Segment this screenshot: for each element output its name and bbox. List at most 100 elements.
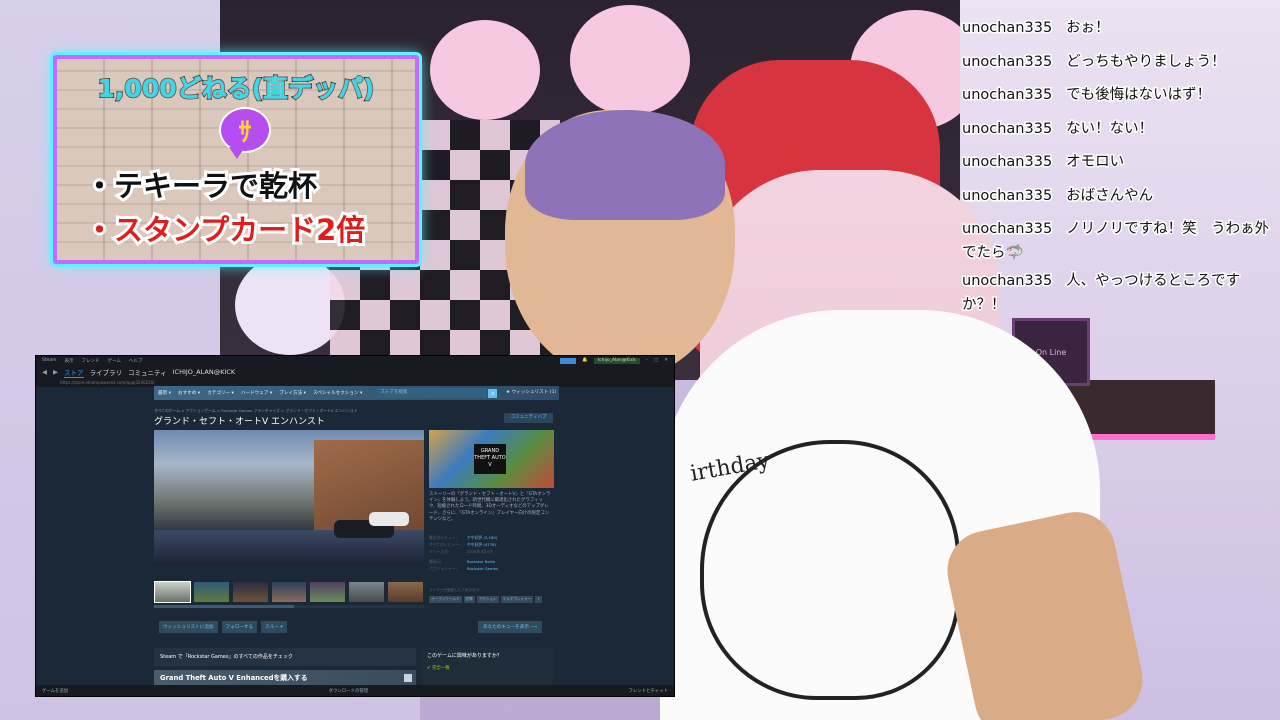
publisher-link[interactable]: Rockstar Games [467, 565, 498, 572]
media-thumbnails [154, 581, 425, 603]
gta-logo: GRAND THEFT AUTO V [474, 444, 506, 474]
store-nav-hardware[interactable]: ハードウェア ▾ [241, 390, 272, 396]
store-nav-special[interactable]: スペシャルセクション ▾ [313, 390, 362, 396]
chat-message: unochan335 でも後悔はないはず！ [960, 79, 1274, 113]
tag-crime[interactable]: 犯罪 [463, 596, 475, 603]
donation-goal-card: 1,000どねる(直デッパ) ｻ ・テキーラで乾杯 ・スタンプカード2倍 [53, 55, 419, 264]
manage-downloads-button[interactable]: ダウンロードの管理 [329, 688, 369, 694]
media-thumbnail[interactable] [154, 581, 191, 603]
view-queue-button[interactable]: あなたのキューを表示 ⟶ [478, 621, 542, 633]
maximize-icon[interactable]: □ [654, 358, 658, 364]
forward-arrow-icon[interactable]: ▶ [53, 368, 58, 376]
chat-message: unochan335 オモロい [960, 146, 1274, 180]
plush-toy [235, 255, 345, 355]
friends-chat-button[interactable]: フレンドとチャット [629, 688, 668, 694]
store-nav-new[interactable]: 最新 ▾ [158, 390, 171, 396]
purchase-title: Grand Theft Auto V Enhancedを購入する [160, 674, 308, 682]
community-hub-button[interactable]: コミュニティハブ [504, 413, 553, 423]
store-nav-recommended[interactable]: おすすめ ▾ [178, 390, 200, 396]
goal-item-stamp-card: ・スタンプカード2倍 [82, 210, 368, 250]
store-nav-play[interactable]: プレイ方法 ▾ [279, 390, 306, 396]
tag-open-world[interactable]: オープンワールド [429, 596, 462, 603]
menu-help[interactable]: ヘルプ [129, 358, 143, 364]
all-reviews-link[interactable]: やや好評 (4778) [467, 541, 496, 548]
media-thumbnail[interactable] [192, 581, 230, 603]
speech-bubble-icon: ｻ [219, 107, 271, 159]
tab-library[interactable]: ライブラリ [90, 367, 123, 377]
publisher-banner[interactable]: Steam で「Rockstar Games」のすべての作品をチェック [154, 648, 416, 666]
game-title: グランド・セフト・オートV エンハンスト [154, 417, 325, 427]
media-thumbnail[interactable] [270, 581, 308, 603]
game-media-viewer[interactable] [154, 430, 424, 566]
chat-username: unochan335 [960, 220, 1053, 239]
recent-reviews-link[interactable]: やや好評 (3,189) [467, 534, 497, 541]
store-nav-categories[interactable]: カテゴリー ▾ [207, 390, 234, 396]
tab-profile[interactable]: ICHIJO_ALAN@KICK [173, 368, 236, 376]
tag-action[interactable]: アクション [476, 596, 499, 603]
account-menu[interactable]: Ichijo_Alan@Kick [593, 357, 640, 364]
chat-username: unochan335 [960, 153, 1053, 172]
game-description: ストーリーの『グランド・セフト・オートV』と『GTAオンライン』を体験しよう。新… [429, 492, 551, 522]
tag-list: オープンワールド 犯罪 アクション マルチプレイヤー + [429, 596, 543, 603]
media-thumbnail[interactable] [231, 581, 269, 603]
add-to-wishlist-button[interactable]: ウィッシュリストに追加 [159, 621, 218, 633]
steam-window[interactable]: Steam 表示 フレンド ゲーム ヘルプ 🔔 Ichijo_Alan@Kick… [35, 355, 675, 697]
chat-text: おばさんやん [1065, 186, 1155, 205]
minimize-icon[interactable]: – [646, 358, 648, 364]
chat-message: unochan335 どっちもやりましょう！ [960, 46, 1274, 80]
broadcast-icon[interactable] [560, 357, 577, 364]
chat-message: unochan335 ノリノリですね！笑 うわぁ外でたら🦈 [960, 217, 1274, 265]
game-meta: 最近のレビュー: やや好評 (3,189) すべてのレビュー: やや好評 (4778… [429, 534, 553, 572]
chat-message: unochan335 おばさんやん [960, 180, 1274, 214]
media-thumbnail[interactable] [309, 581, 347, 603]
meta-row: すべてのレビュー: やや好評 (4778) [429, 541, 553, 548]
meta-label: 開発元: [429, 559, 442, 564]
goal-item-tequila: ・テキーラで乾杯 [82, 166, 320, 206]
plush-toy [570, 5, 690, 115]
chat-text: どっちもやりましょう！ [1065, 52, 1227, 71]
game-actions: ウィッシュリストに追加 フォローする スルー ▾ [159, 621, 287, 633]
menu-steam[interactable]: Steam [42, 358, 57, 363]
window-controls: 🔔 Ichijo_Alan@Kick – □ ✕ [560, 357, 668, 364]
follow-button[interactable]: フォローする [221, 621, 258, 633]
developer-link[interactable]: Rockstar North [467, 558, 495, 565]
gengar-headband [525, 110, 725, 220]
tags-heading: ユーザーが登録した人気のタグ: [429, 588, 481, 592]
meta-row: パブリッシャー: Rockstar Games [429, 565, 553, 572]
media-thumbnail[interactable] [348, 581, 386, 603]
menu-friends[interactable]: フレンド [82, 358, 100, 364]
chat-text: オモロい [1065, 153, 1126, 172]
ignore-button[interactable]: スルー ▾ [261, 621, 287, 633]
meta-row: 最近のレビュー: やや好評 (3,189) [429, 534, 553, 541]
media-thumbnail[interactable] [387, 581, 425, 603]
tab-store[interactable]: ストア [64, 367, 84, 378]
menu-view[interactable]: 表示 [65, 358, 74, 364]
chat-username: unochan335 [960, 52, 1053, 71]
donation-goal-title: 1,000どねる(直デッパ) [97, 73, 376, 104]
menu-games[interactable]: ゲーム [108, 358, 121, 364]
chat-overlay: unochan335 おぉ！ unochan335 どっちもやりましょう！ unoc… [960, 12, 1274, 319]
game-capsule-image: GRAND THEFT AUTO V [429, 430, 554, 488]
chat-text: でも後悔はないはず！ [1065, 86, 1213, 105]
search-icon[interactable]: ⌕ [488, 388, 498, 398]
chat-message: unochan335 人、やっつけるところですか？！ [960, 269, 1274, 317]
tab-community[interactable]: コミュニティ [128, 367, 167, 377]
relevance-item: ✔ 完全一致 [427, 666, 450, 671]
notification-icon[interactable]: 🔔 [582, 358, 588, 364]
chat-username: unochan335 [960, 186, 1053, 205]
tag-multiplayer[interactable]: マルチプレイヤー [500, 596, 534, 603]
wishlist-link[interactable]: ★ ウィッシュリスト (1) [506, 389, 556, 395]
store-search-input[interactable]: ストアを検索 [377, 388, 488, 398]
add-game-button[interactable]: ゲームを追加 [42, 688, 68, 694]
tag-more[interactable]: + [535, 596, 543, 603]
chat-username: unochan335 [960, 119, 1053, 138]
thumbnail-scrollbar[interactable] [154, 605, 424, 608]
meta-label: 最近のレビュー: [429, 535, 457, 540]
back-arrow-icon[interactable]: ◀ [42, 368, 47, 376]
chat-text: おぉ！ [1065, 19, 1111, 38]
windows-icon [404, 674, 412, 682]
close-icon[interactable]: ✕ [664, 358, 668, 364]
meta-row: 開発元: Rockstar North [429, 558, 553, 565]
steam-footer: ゲームを追加 ダウンロードの管理 フレンドとチャット [36, 685, 674, 696]
chat-message: unochan335 おぉ！ [960, 12, 1274, 46]
